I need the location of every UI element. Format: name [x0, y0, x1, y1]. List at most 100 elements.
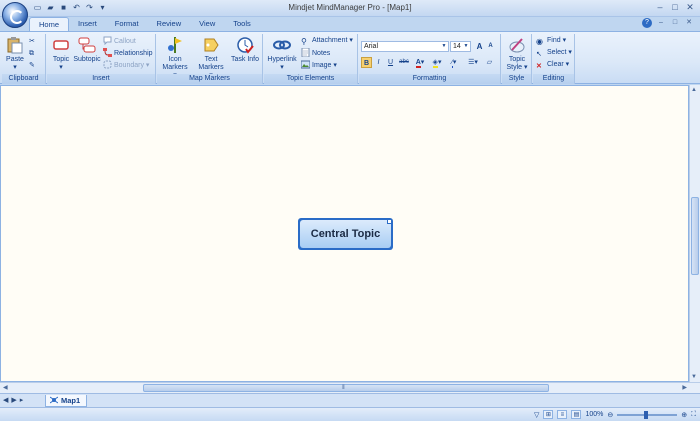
editing-group-label: Editing: [533, 74, 574, 84]
topic-icon: [53, 40, 69, 50]
scroll-down-icon[interactable]: ▼: [691, 374, 697, 380]
shrink-font-button[interactable]: A: [485, 41, 496, 52]
subtopic-button[interactable]: Subtopic: [73, 36, 101, 64]
zoom-value: 100%: [585, 411, 604, 418]
topic-style-button[interactable]: Topic Style ▾: [503, 36, 531, 72]
align-button[interactable]: ☰▾: [465, 57, 481, 68]
tab-review[interactable]: Review: [148, 17, 191, 31]
topic-button[interactable]: Topic ▾: [50, 36, 72, 72]
line-color-button[interactable]: ∕▾: [446, 57, 462, 68]
formatting-group: Arial▼ 14▼ A A B I U abc A▾ ◈▾ ∕▾ ☰▾ ▱ ↘…: [359, 34, 501, 84]
sheet-list-icon[interactable]: ▸: [20, 396, 24, 404]
horizontal-scroll-thumb[interactable]: ⦀: [143, 384, 549, 392]
vertical-scrollbar[interactable]: ▲ ▼: [689, 85, 700, 382]
filter-icon[interactable]: ▽: [534, 411, 539, 419]
minimize-icon[interactable]: –: [654, 2, 666, 13]
font-family-select[interactable]: Arial ▼: [361, 41, 449, 52]
style-group: Topic Style ▾ ↘ Style: [502, 34, 532, 84]
tab-home[interactable]: Home: [29, 17, 70, 31]
topic-resize-handle[interactable]: [387, 219, 392, 224]
shape-format-button[interactable]: ▱: [484, 57, 495, 68]
map-markers-group-label: Map Markers: [157, 74, 262, 84]
next-sheet-icon[interactable]: ▶: [11, 396, 16, 404]
scroll-up-icon[interactable]: ▲: [691, 87, 697, 93]
subtopic-icon: [78, 37, 96, 53]
central-topic-label: Central Topic: [300, 220, 391, 248]
title-bar: ▭ ▰ ■ ↶ ↷ ▾ Mindjet MindManager Pro - [M…: [0, 0, 700, 28]
font-color-icon: A: [415, 59, 421, 68]
font-size-select[interactable]: 14 ▼: [450, 41, 471, 52]
chevron-down-icon: ▼: [441, 43, 447, 49]
task-info-button[interactable]: Task Info: [231, 36, 259, 64]
paste-icon: [7, 37, 23, 54]
tab-insert[interactable]: Insert: [69, 17, 106, 31]
grow-font-button[interactable]: A: [474, 41, 485, 52]
ribbon-close-icon[interactable]: ✕: [684, 18, 694, 28]
relationship-button[interactable]: Relationship: [103, 48, 153, 59]
help-icon[interactable]: ?: [642, 18, 652, 28]
underline-button[interactable]: U: [385, 57, 396, 68]
sheet-tab-bar: ◀ ▶ ▸ Map1: [0, 393, 700, 407]
view-outline-icon[interactable]: ≡: [557, 410, 568, 419]
boundary-icon: [103, 60, 112, 69]
window-controls: – □ ✕: [654, 2, 696, 13]
horizontal-scrollbar[interactable]: ◀ ⦀ ▶: [0, 382, 700, 393]
previous-sheet-icon[interactable]: ◀: [3, 396, 8, 404]
format-painter-icon[interactable]: ✎: [29, 61, 35, 71]
ribbon-tabs: Home Insert Format Review View Tools: [29, 17, 260, 31]
view-map-icon[interactable]: ⊞: [543, 410, 554, 419]
application-menu-button[interactable]: [2, 2, 28, 28]
copy-icon[interactable]: ⧉: [29, 49, 34, 59]
hyperlink-button[interactable]: Hyperlink ▾: [266, 36, 298, 72]
callout-button[interactable]: Callout: [103, 36, 136, 47]
fit-map-icon[interactable]: ⛶: [691, 411, 696, 419]
status-right-area: ▽ ⊞ ≡ ▤ 100% ⊖ ⊕ ⛶: [534, 410, 696, 419]
zoom-slider[interactable]: [617, 410, 678, 419]
zoom-in-icon[interactable]: ⊕: [681, 411, 687, 419]
strikethrough-button[interactable]: abc: [397, 57, 411, 68]
boundary-button[interactable]: Boundary ▾: [103, 60, 149, 71]
clipboard-group: Paste ▾ ✂ ⧉ ✎ Clipboard: [2, 34, 46, 84]
central-topic[interactable]: Central Topic: [298, 218, 393, 250]
ribbon-restore-icon[interactable]: □: [670, 18, 680, 28]
ribbon-help-area: ? – □ ✕: [642, 18, 694, 28]
sheet-navigation: ◀ ▶ ▸: [3, 396, 23, 404]
cut-icon[interactable]: ✂: [29, 37, 35, 47]
window-title: Mindjet MindManager Pro - [Map1]: [288, 3, 412, 12]
font-size-value: 14: [453, 43, 461, 50]
clear-button[interactable]: ✕ Clear ▾: [536, 60, 569, 71]
select-button[interactable]: ↖ Select ▾: [536, 48, 572, 59]
ribbon-minimize-icon[interactable]: –: [656, 18, 666, 28]
tab-format[interactable]: Format: [106, 17, 148, 31]
tab-view[interactable]: View: [190, 17, 224, 31]
notes-button[interactable]: Notes: [301, 48, 330, 59]
image-icon: [301, 60, 310, 69]
sheet-tab-map1[interactable]: Map1: [45, 395, 88, 407]
vertical-scroll-thumb[interactable]: [691, 197, 699, 275]
view-gantt-icon[interactable]: ▤: [571, 410, 582, 419]
chevron-down-icon: ▼: [463, 43, 469, 49]
relationship-icon: [103, 48, 112, 57]
zoom-out-icon[interactable]: ⊖: [607, 411, 613, 419]
line-color-icon: ∕: [451, 59, 453, 68]
topic-elements-group-label: Topic Elements: [264, 74, 357, 84]
paste-button[interactable]: Paste ▾: [5, 36, 25, 72]
style-group-label: Style: [502, 74, 531, 84]
image-button[interactable]: Image ▾: [301, 60, 337, 71]
close-icon[interactable]: ✕: [684, 2, 696, 13]
grip-icon: ⦀: [342, 385, 345, 391]
tab-tools[interactable]: Tools: [224, 17, 260, 31]
italic-button[interactable]: I: [373, 57, 384, 68]
zoom-slider-knob[interactable]: [644, 410, 649, 419]
fill-color-button[interactable]: ◈▾: [429, 57, 445, 68]
attachment-button[interactable]: ⚲ Attachment ▾: [301, 36, 353, 46]
bold-button[interactable]: B: [361, 57, 372, 68]
scroll-left-icon[interactable]: ◀: [3, 384, 8, 391]
fill-color-icon: ◈: [432, 59, 438, 68]
find-button[interactable]: ◉ Find ▾: [536, 36, 566, 46]
maximize-icon[interactable]: □: [669, 2, 681, 13]
cursor-icon: ↖: [536, 51, 542, 58]
font-color-button[interactable]: A▾: [412, 57, 428, 68]
status-bar: ▽ ⊞ ≡ ▤ 100% ⊖ ⊕ ⛶: [0, 407, 700, 421]
scroll-right-icon[interactable]: ▶: [682, 384, 687, 391]
